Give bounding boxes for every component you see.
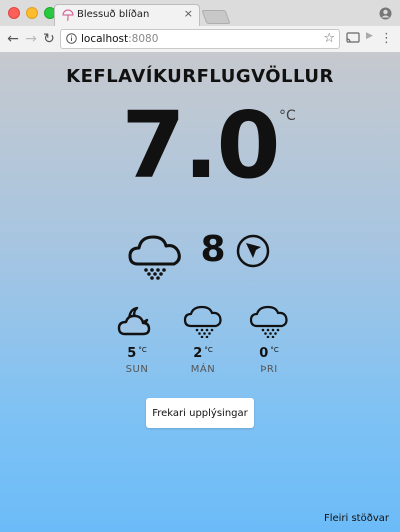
browser-tab[interactable]: Blessuð blíðan × <box>54 4 200 26</box>
temperature-unit: °C <box>279 108 296 124</box>
url-port: :8080 <box>128 33 159 45</box>
forward-arrow-icon[interactable]: → <box>22 30 40 48</box>
minimize-window-button[interactable] <box>26 7 38 19</box>
cloud-snow-icon <box>128 235 181 280</box>
more-info-button[interactable]: Frekari upplýsingar <box>146 398 254 428</box>
url-host: localhost <box>81 33 129 45</box>
cloud-snow-icon <box>183 305 222 338</box>
info-icon[interactable] <box>66 33 77 44</box>
bookmark-star-icon[interactable]: ☆ <box>323 31 335 47</box>
forecast-day: 5 °C SUN <box>113 302 161 382</box>
forecast-day-name: ÞRI <box>260 364 278 375</box>
browser-toolbar: ← → ↻ localhost:8080 ☆ ▶ ⋮ <box>0 26 400 52</box>
cloud-snow-icon <box>249 305 288 338</box>
close-window-button[interactable] <box>8 7 20 19</box>
forecast-day-name: MÁN <box>190 364 216 375</box>
forecast-temp: 0 °C <box>259 346 279 361</box>
weather-page: KEFLAVÍKURFLUGVÖLLUR 7.0 °C 8 5 °C SUN 2… <box>0 52 400 532</box>
back-arrow-icon[interactable]: ← <box>4 30 22 48</box>
forecast: 5 °C SUN 2 °C MÁN 0 °C ÞRI <box>113 302 293 382</box>
tab-title: Blessuð blíðan <box>77 9 150 20</box>
url-text: localhost:8080 <box>81 33 158 45</box>
extension-icon[interactable]: ▶ <box>366 31 373 41</box>
forecast-day: 2 °C MÁN <box>179 302 227 382</box>
current-temperature: 7.0 <box>121 92 281 199</box>
umbrella-icon <box>62 9 74 21</box>
menu-icon[interactable]: ⋮ <box>380 30 393 48</box>
cast-icon[interactable] <box>346 32 360 44</box>
more-stations-link[interactable]: Fleiri stöðvar <box>324 513 389 524</box>
wind-direction-icon <box>236 234 270 268</box>
forecast-day: 0 °C ÞRI <box>245 302 293 382</box>
wind-speed: 8 <box>200 229 226 270</box>
new-tab-button[interactable] <box>201 10 231 24</box>
browser-chrome: Blessuð blíðan × ← → ↻ localhost:8080 ☆ … <box>0 0 400 52</box>
tab-bar: Blessuð blíðan × <box>0 0 400 26</box>
cloud-moon-icon <box>117 306 151 336</box>
reload-icon[interactable]: ↻ <box>40 30 58 48</box>
station-name: KEFLAVÍKURFLUGVÖLLUR <box>66 66 334 87</box>
forecast-day-name: SUN <box>125 364 149 375</box>
address-bar[interactable]: localhost:8080 ☆ <box>60 29 340 49</box>
profile-icon[interactable] <box>379 7 392 20</box>
tab-close-icon[interactable]: × <box>184 8 193 20</box>
forecast-temp: 2 °C <box>193 346 213 361</box>
forecast-temp: 5 °C <box>127 346 147 361</box>
